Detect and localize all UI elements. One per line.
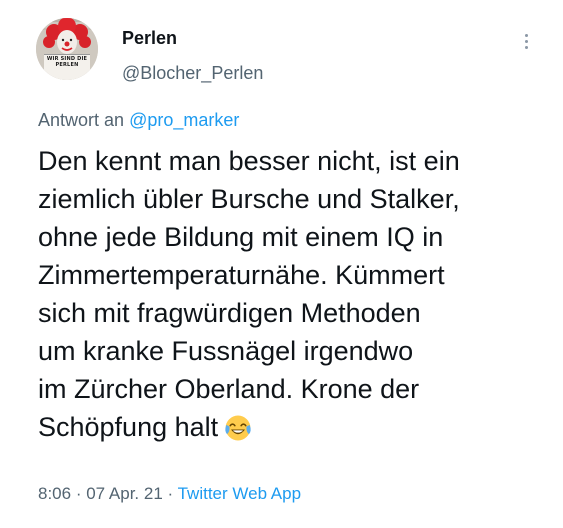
- tweet-text-line-last: Schöpfung halt: [38, 408, 548, 446]
- tweet-text-line-last-text: Schöpfung halt: [38, 412, 219, 442]
- face-with-tears-of-joy-icon: [225, 415, 251, 441]
- tweet-text-line: ziemlich übler Bursche und Stalker,: [38, 184, 460, 214]
- avatar-caption: WIR SIND DIE PERLEN: [36, 56, 98, 68]
- tweet-text-line: Zimmertemperaturnähe. Kümmert: [38, 260, 445, 290]
- more-vertical-icon[interactable]: [522, 34, 530, 52]
- tweet-text: Den kennt man besser nicht, ist ein ziem…: [38, 142, 548, 446]
- reply-context: Antwort an @pro_marker: [38, 110, 239, 131]
- meta-separator: ·: [71, 484, 87, 503]
- meta-separator: ·: [162, 484, 178, 503]
- tweet-text-line: um kranke Fussnägel irgendwo: [38, 336, 414, 366]
- tweet-date[interactable]: 07 Apr. 21: [86, 484, 163, 503]
- avatar[interactable]: WIR SIND DIE PERLEN: [36, 18, 98, 80]
- avatar-caption-line2: PERLEN: [55, 62, 79, 68]
- reply-mention-link[interactable]: @pro_marker: [129, 110, 239, 130]
- tweet-text-line: sich mit fragwürdigen Methoden: [38, 298, 421, 328]
- tweet-card: WIR SIND DIE PERLEN Perlen @Blocher_Perl…: [0, 0, 563, 528]
- tweet-text-line: Den kennt man besser nicht, ist ein: [38, 146, 460, 176]
- tweet-source-link[interactable]: Twitter Web App: [178, 484, 301, 503]
- reply-prefix: Antwort an: [38, 110, 125, 130]
- tweet-text-line: ohne jede Bildung mit einem IQ in: [38, 222, 444, 252]
- tweet-text-line: im Zürcher Oberland. Krone der: [38, 374, 420, 404]
- tweet-meta: 8:06 · 07 Apr. 21 · Twitter Web App: [38, 484, 301, 504]
- clown-avatar-icon: [36, 18, 98, 80]
- tweet-time[interactable]: 8:06: [38, 484, 71, 503]
- display-name[interactable]: Perlen: [122, 28, 177, 49]
- user-handle[interactable]: @Blocher_Perlen: [122, 63, 263, 84]
